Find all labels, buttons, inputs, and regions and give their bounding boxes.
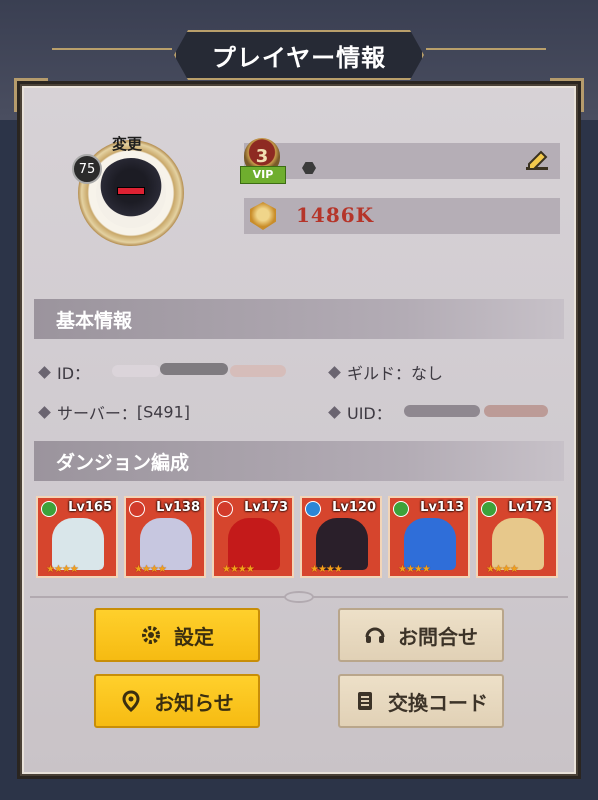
character-level: Lv120 [332, 500, 376, 515]
character-portrait [52, 518, 104, 570]
character-card[interactable]: Lv165 ★★★★ [36, 496, 118, 578]
element-icon [129, 501, 145, 517]
server-row: サーバー：[S491] [38, 400, 191, 424]
guild-value: なし [411, 364, 444, 383]
headset-icon [365, 627, 385, 643]
player-level-badge: 75 [72, 154, 102, 184]
document-list-icon [358, 692, 372, 710]
character-card[interactable]: Lv120 ★★★★ [300, 496, 382, 578]
element-icon [481, 501, 497, 517]
bullet-diamond-icon [328, 405, 341, 419]
edit-name-icon[interactable] [524, 147, 550, 173]
character-card[interactable]: Lv173 ★★★★ [212, 496, 294, 578]
divider-ornament [284, 591, 314, 603]
basic-info-header: 基本情報 [34, 299, 564, 339]
element-icon [393, 501, 409, 517]
character-portrait [316, 518, 368, 570]
character-portrait [140, 518, 192, 570]
character-stars: ★★★★ [398, 564, 431, 575]
element-icon [305, 501, 321, 517]
character-card[interactable]: Lv138 ★★★★ [124, 496, 206, 578]
vip-badge[interactable]: 3 VIP [240, 138, 286, 186]
character-portrait [228, 518, 280, 570]
contact-button[interactable]: お問合せ [338, 608, 504, 662]
character-card[interactable]: Lv113 ★★★★ [388, 496, 470, 578]
hidden-uid-mask [484, 405, 548, 417]
bullet-diamond-icon [38, 365, 51, 379]
server-value: [S491] [136, 402, 191, 422]
settings-label: 設定 [174, 624, 214, 649]
id-row: ID： [38, 360, 91, 384]
id-label: ID： [57, 364, 91, 383]
character-portrait [404, 518, 456, 570]
page-title: プレイヤー情報 [211, 43, 387, 72]
uid-label: UID： [347, 404, 392, 423]
dungeon-header: ダンジョン編成 [34, 441, 564, 481]
character-portrait [492, 518, 544, 570]
avatar-detail [118, 188, 144, 194]
character-stars: ★★★★ [134, 564, 167, 575]
hidden-id-mask [230, 365, 286, 377]
character-card[interactable]: Lv173 ★★★★ [476, 496, 558, 578]
character-level: Lv173 [244, 500, 288, 515]
bullet-diamond-icon [38, 405, 51, 419]
character-stars: ★★★★ [46, 564, 79, 575]
frame-corner-ornament [14, 78, 48, 112]
uid-row: UID： [328, 400, 392, 424]
element-icon [41, 501, 57, 517]
server-label: サーバー： [57, 404, 137, 423]
character-stars: ★★★★ [310, 564, 343, 575]
exchange-code-label: 交換コード [388, 690, 488, 715]
character-stars: ★★★★ [486, 564, 519, 575]
power-bar [244, 198, 560, 234]
gear-icon [142, 626, 160, 644]
player-name-bar [244, 143, 560, 179]
character-level: Lv165 [68, 500, 112, 515]
hidden-id-mask [112, 365, 160, 377]
hidden-uid-mask [404, 405, 480, 417]
guild-row: ギルド：なし [328, 360, 444, 384]
character-level: Lv173 [508, 500, 552, 515]
hidden-id-mask [160, 363, 228, 375]
guild-label: ギルド： [347, 364, 412, 383]
contact-label: お問合せ [398, 624, 478, 649]
element-icon [217, 501, 233, 517]
character-stars: ★★★★ [222, 564, 255, 575]
settings-button[interactable]: 設定 [94, 608, 260, 662]
title-plate: プレイヤー情報 [174, 30, 424, 80]
frame-corner-ornament [550, 78, 584, 112]
character-level: Lv113 [420, 500, 464, 515]
title-wing-ornament [52, 48, 172, 50]
bullet-diamond-icon [328, 365, 341, 379]
notice-label: お知らせ [154, 690, 234, 715]
change-avatar-label[interactable]: 変更 [112, 133, 142, 154]
title-wing-ornament [426, 48, 546, 50]
basic-info-title: 基本情報 [56, 310, 133, 332]
vip-label: VIP [240, 166, 286, 184]
exchange-code-button[interactable]: 交換コード [338, 674, 504, 728]
character-level: Lv138 [156, 500, 200, 515]
dungeon-title: ダンジョン編成 [56, 452, 190, 474]
combat-power-value: 1486K [296, 203, 375, 227]
notice-button[interactable]: お知らせ [94, 674, 260, 728]
location-pin-icon [122, 690, 140, 712]
